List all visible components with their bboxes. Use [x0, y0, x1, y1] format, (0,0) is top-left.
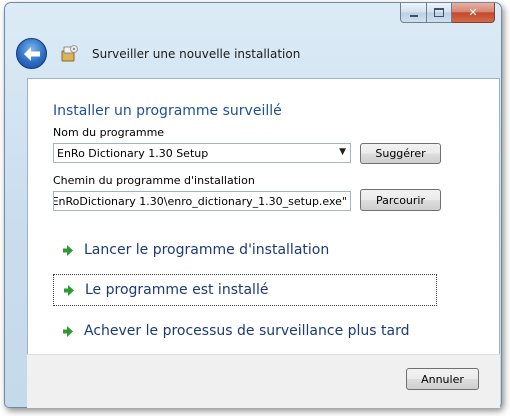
- command-launch-installer[interactable]: Lancer le programme d'installation: [53, 234, 437, 266]
- maximize-icon: [434, 8, 444, 17]
- green-arrow-icon: [63, 284, 77, 296]
- command-label: Achever le processus de surveillance plu…: [84, 323, 410, 339]
- back-button[interactable]: [16, 38, 47, 69]
- suggest-button[interactable]: Suggérer: [360, 143, 441, 164]
- program-name-combobox[interactable]: EnRo Dictionary 1.30 Setup ▼: [53, 143, 351, 163]
- minimize-button[interactable]: [400, 3, 427, 23]
- browse-button[interactable]: Parcourir: [360, 189, 441, 211]
- close-button[interactable]: ✕: [452, 3, 495, 23]
- dialog-footer: Annuler: [27, 354, 500, 408]
- section-heading: Installer un programme surveillé: [53, 103, 282, 119]
- program-name-value: EnRo Dictionary 1.30 Setup: [57, 147, 209, 160]
- install-path-label: Chemin du programme d'installation: [53, 174, 255, 187]
- install-path-field[interactable]: ext\EnRoDictionary 1.30\enro_dictionary_…: [53, 191, 351, 211]
- installer-app-icon: [61, 45, 78, 62]
- command-finish-later[interactable]: Achever le processus de surveillance plu…: [53, 315, 437, 347]
- close-icon: ✕: [468, 6, 478, 19]
- command-label: Lancer le programme d'installation: [84, 242, 330, 258]
- green-arrow-icon: [62, 244, 76, 256]
- install-path-value: ext\EnRoDictionary 1.30\enro_dictionary_…: [53, 195, 347, 208]
- maximize-button[interactable]: [427, 3, 452, 23]
- minimize-icon: [409, 14, 418, 17]
- green-arrow-icon: [62, 325, 76, 337]
- dropdown-arrow-icon[interactable]: ▼: [339, 147, 346, 157]
- program-name-label: Nom du programme: [53, 126, 165, 139]
- window-title: Surveiller une nouvelle installation: [92, 47, 301, 61]
- caption-buttons: ✕: [400, 3, 495, 23]
- back-arrow-icon: [23, 46, 40, 61]
- cancel-button[interactable]: Annuler: [406, 368, 479, 390]
- content-panel: Installer un programme surveillé Nom du …: [27, 78, 500, 355]
- dialog-window: ✕ Surveiller une nouvelle installation I…: [4, 2, 502, 408]
- command-label: Le programme est installé: [85, 282, 269, 298]
- command-program-installed[interactable]: Le programme est installé: [53, 274, 437, 306]
